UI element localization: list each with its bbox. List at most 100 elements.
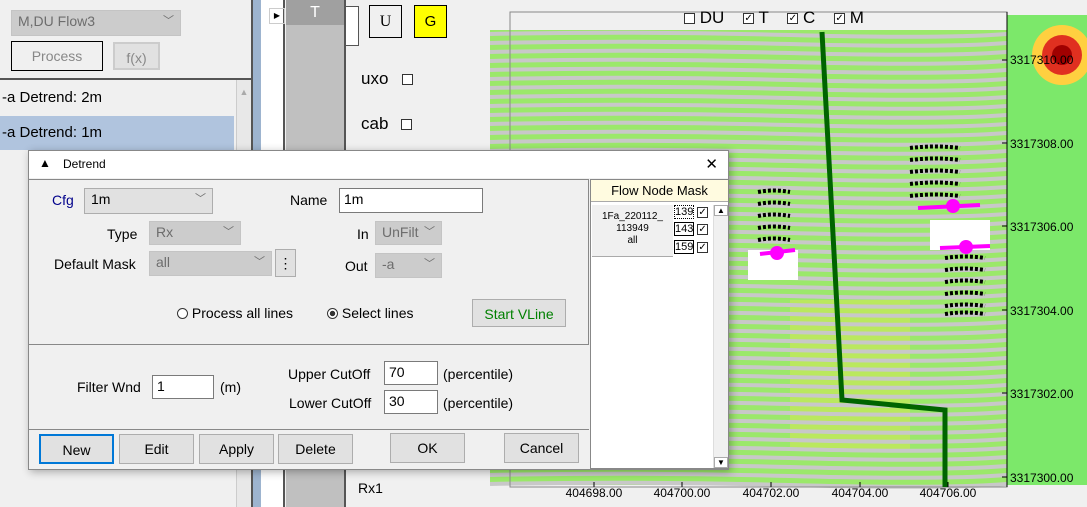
- x-tick: 404706.00: [919, 486, 977, 500]
- file-mask: all: [627, 235, 638, 246]
- mask-label: Default Mask: [54, 256, 136, 272]
- node-checkbox[interactable]: ✓: [697, 223, 709, 235]
- layer-c[interactable]: ✓ C: [787, 8, 815, 27]
- process-button[interactable]: Process: [11, 41, 103, 71]
- radio-select-lines[interactable]: Select lines: [327, 305, 413, 321]
- out-value: -a: [382, 256, 395, 272]
- chevron-down-icon: ﹀: [254, 256, 265, 268]
- filter-input[interactable]: 1: [152, 375, 214, 399]
- u-button[interactable]: U: [369, 5, 402, 38]
- out-select[interactable]: -a ﹀: [375, 253, 442, 278]
- type-value: Rx: [156, 224, 174, 240]
- node-marker: [959, 240, 973, 254]
- scroll-right-icon[interactable]: ▶: [269, 8, 285, 24]
- column-header: T: [286, 0, 344, 25]
- flow-select-value: M,DU Flow3: [18, 13, 96, 29]
- type-label: Type: [107, 226, 138, 242]
- chevron-down-icon: ﹀: [195, 193, 206, 205]
- delete-button[interactable]: Delete: [278, 434, 353, 464]
- mask-value: all: [156, 254, 171, 270]
- g-button[interactable]: G: [414, 5, 447, 38]
- cab-label: cab: [361, 114, 389, 133]
- node-id: 143: [674, 222, 694, 236]
- node-checkbox[interactable]: ✓: [697, 241, 709, 253]
- cfg-select[interactable]: 1m ﹀: [84, 188, 213, 214]
- name-input[interactable]: 1m: [339, 188, 483, 213]
- mask-scrollbar[interactable]: ▲ ▼: [713, 205, 728, 468]
- cancel-button[interactable]: Cancel: [504, 433, 579, 463]
- edit-button[interactable]: Edit: [119, 434, 194, 464]
- radio-empty-icon: [177, 308, 188, 319]
- divider: [0, 78, 253, 80]
- slider-thumb[interactable]: [345, 6, 359, 46]
- ok-button[interactable]: OK: [390, 433, 465, 463]
- upper-label: Upper CutOff: [288, 366, 371, 382]
- upper-unit: (percentile): [443, 366, 514, 382]
- survey-area-edge: [1007, 15, 1087, 485]
- fx-button[interactable]: f(x): [113, 42, 160, 70]
- x-tick: 404700.00: [653, 486, 711, 500]
- close-icon[interactable]: ✕: [705, 155, 718, 173]
- x-tick: 404702.00: [742, 486, 800, 500]
- mask-header: Flow Node Mask: [591, 180, 728, 202]
- chevron-down-icon: ﹀: [424, 226, 435, 238]
- y-tick: 3317308.00: [1010, 137, 1074, 151]
- y-tick: 3317304.00: [1010, 304, 1074, 318]
- file-id: 113949: [616, 223, 649, 234]
- filter-unit: (m): [220, 379, 241, 395]
- lower-label: Lower CutOff: [289, 395, 372, 411]
- cab-checkbox[interactable]: [401, 119, 412, 130]
- apply-button[interactable]: Apply: [199, 434, 274, 464]
- mask-select[interactable]: all ﹀: [149, 251, 272, 276]
- new-button[interactable]: New: [39, 434, 114, 464]
- node-id: 139: [674, 205, 694, 219]
- node-marker: [946, 199, 960, 213]
- selected-line: [909, 168, 961, 174]
- node-checkbox[interactable]: ✓: [697, 206, 709, 218]
- radio-process-all[interactable]: Process all lines: [177, 305, 293, 321]
- start-vline-button[interactable]: Start VLine: [472, 299, 566, 327]
- node-id: 159: [674, 240, 694, 254]
- scroll-up-icon[interactable]: ▲: [714, 205, 728, 216]
- node-marker: [770, 246, 784, 260]
- file-name: 1Fa_220112_: [602, 211, 663, 222]
- layer-m[interactable]: ✓ M: [834, 8, 864, 27]
- chevron-down-icon: ﹀: [424, 258, 435, 270]
- scroll-up-icon[interactable]: ▲: [237, 80, 251, 100]
- cfg-label: Cfg: [52, 192, 74, 208]
- type-select[interactable]: Rx ﹀: [149, 221, 241, 245]
- uxo-checkbox[interactable]: [402, 74, 413, 85]
- rx-label: Rx1: [358, 480, 383, 496]
- lower-input[interactable]: 30: [384, 390, 438, 414]
- layer-t[interactable]: ✓ T: [743, 8, 769, 27]
- y-tick: 3317300.00: [1010, 471, 1074, 485]
- radio-selected-icon: [327, 308, 338, 319]
- radio-process-all-label: Process all lines: [191, 305, 294, 321]
- dialog-titlebar[interactable]: ▲ Detrend ✕: [29, 151, 728, 178]
- mask-more-button[interactable]: ⋮: [275, 249, 296, 277]
- node-row[interactable]: 139 ✓: [674, 205, 709, 219]
- list-item[interactable]: -a Detrend: 2m: [0, 84, 234, 114]
- node-row[interactable]: 143 ✓: [674, 222, 709, 236]
- in-select[interactable]: UnFilt ﹀: [375, 221, 442, 245]
- list-item-selected[interactable]: -a Detrend: 1m: [0, 116, 234, 150]
- out-label: Out: [345, 258, 368, 274]
- node-row[interactable]: 159 ✓: [674, 240, 709, 254]
- cfg-value: 1m: [91, 191, 111, 207]
- in-value: UnFilt: [382, 224, 419, 240]
- flow-select[interactable]: M,DU Flow3 ﹀: [11, 10, 181, 36]
- x-tick: 404704.00: [831, 486, 889, 500]
- chevron-down-icon: ﹀: [163, 15, 174, 27]
- y-tick: 3317306.00: [1010, 220, 1074, 234]
- mask-panel: Flow Node Mask 1Fa_220112_ 113949 all 13…: [590, 179, 729, 469]
- layer-du[interactable]: DU: [684, 8, 724, 27]
- x-tick: 404698.00: [565, 486, 623, 500]
- upper-input[interactable]: 70: [384, 361, 438, 385]
- app-icon: ▲: [39, 156, 51, 170]
- scroll-down-icon[interactable]: ▼: [714, 457, 728, 468]
- dialog-title: Detrend: [63, 157, 106, 171]
- selected-line: [909, 192, 961, 198]
- layer-toggles: DU ✓ T ✓ C ✓ M: [684, 8, 864, 28]
- uxo-label: uxo: [361, 69, 389, 88]
- detrend-dialog: ▲ Detrend ✕ Cfg 1m ﹀ Name 1m Type Rx ﹀ In …: [28, 150, 729, 470]
